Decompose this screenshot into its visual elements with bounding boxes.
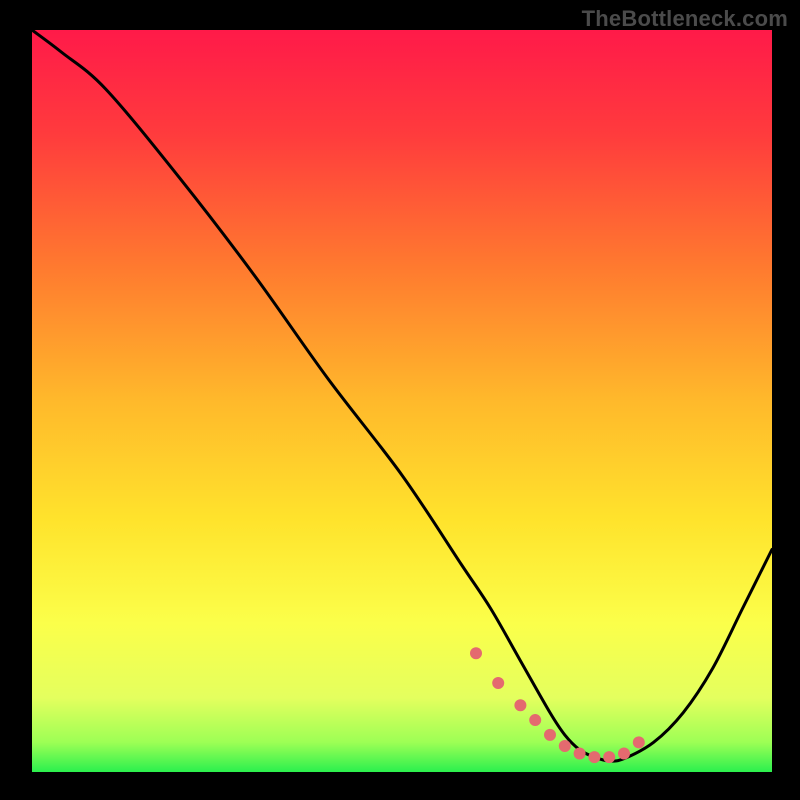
trough-dot [544,729,556,741]
trough-dot [618,747,630,759]
trough-dot [588,751,600,763]
plot-area [32,30,772,772]
bottleneck-curve [32,30,772,761]
trough-dot [529,714,541,726]
watermark-text: TheBottleneck.com [582,6,788,32]
trough-dot [559,740,571,752]
chart-frame: TheBottleneck.com [0,0,800,800]
trough-dot [603,751,615,763]
trough-dot [492,677,504,689]
trough-dot [633,736,645,748]
trough-dot [514,699,526,711]
trough-dot [574,747,586,759]
trough-dot [470,647,482,659]
chart-svg [32,30,772,772]
